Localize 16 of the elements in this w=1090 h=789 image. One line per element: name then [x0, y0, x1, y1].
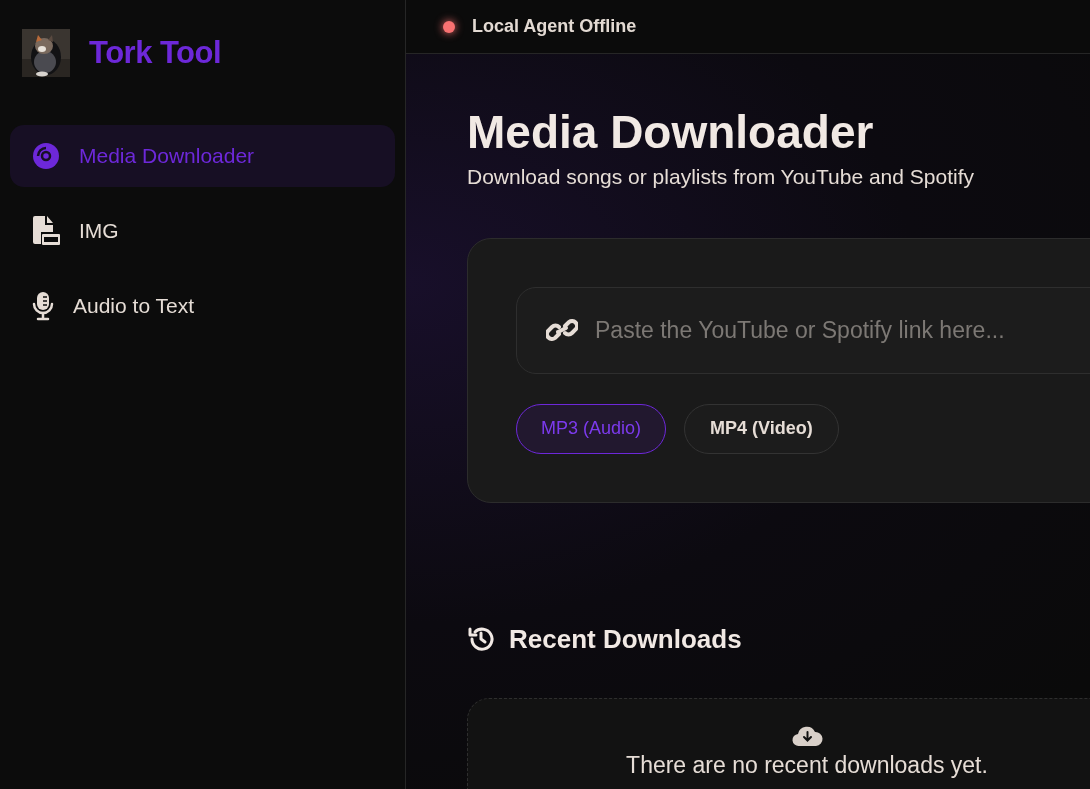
nav-item[interactable]: Audio to Text [10, 275, 395, 337]
link-input-field[interactable]: Paste the YouTube or Spotify link here... [516, 286, 1090, 374]
format-button[interactable]: MP4 (Video) [684, 403, 839, 454]
disc-icon [32, 142, 60, 170]
section-heading: Recent Downloads [509, 622, 742, 656]
pdf-file-icon [32, 216, 60, 246]
brand-title: Tork Tool [89, 33, 222, 72]
page-subtitle: Download songs or playlists from YouTube and Spotify [467, 164, 975, 190]
nav-item[interactable]: IMG [10, 200, 395, 262]
page-title: Media Downloader [467, 105, 875, 160]
empty-message: There are no recent downloads yet. [626, 750, 988, 780]
history-icon [467, 625, 495, 653]
link-icon [546, 317, 578, 342]
status-text: Local Agent Offline [472, 15, 637, 38]
cloud-download-icon [791, 724, 823, 747]
microphone-icon [32, 291, 54, 321]
